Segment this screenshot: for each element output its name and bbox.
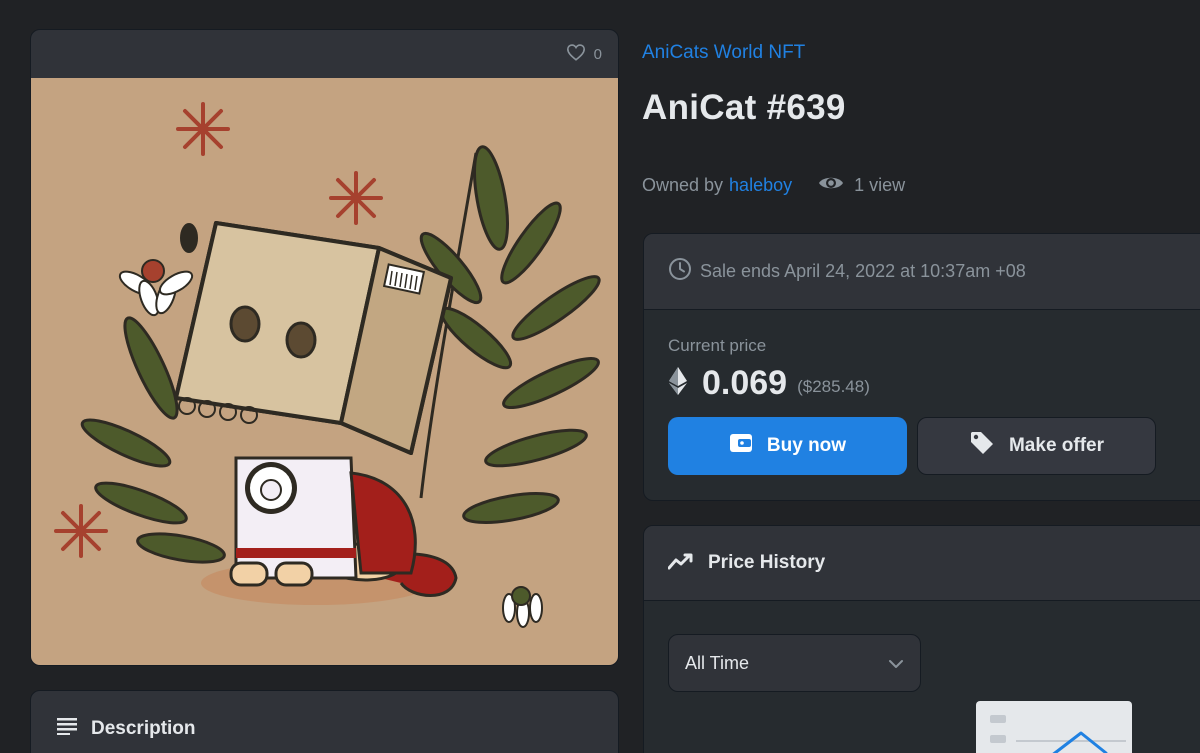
sale-timer: Sale ends April 24, 2022 at 10:37am +08 [644, 234, 1200, 310]
view-count: 1 view [818, 174, 905, 197]
time-range-value: All Time [685, 652, 750, 673]
price-line: 0.069 ($285.48) [668, 364, 1200, 403]
nft-item-page: 0 Description AniCats World NFT AniCat #… [0, 0, 1200, 753]
nft-image[interactable] [31, 78, 618, 665]
trending-line-icon [667, 552, 694, 575]
time-range-select[interactable]: All Time [668, 634, 921, 692]
tag-icon [969, 430, 995, 462]
buy-now-button[interactable]: Buy now [668, 417, 907, 475]
price-history-panel: Price History All Time [643, 525, 1200, 753]
make-offer-button[interactable]: Make offer [917, 417, 1156, 475]
owned-by-label: Owned by [642, 175, 724, 195]
clock-icon [668, 257, 692, 286]
price-block: Current price 0.069 ($285.48) Buy now Ma… [644, 310, 1200, 475]
empty-chart-illustration [976, 701, 1132, 753]
action-buttons: Buy now Make offer [668, 417, 1200, 475]
media-card: 0 [30, 29, 619, 666]
collection-link[interactable]: AniCats World NFT [642, 42, 805, 64]
favorite-button[interactable]: 0 [566, 43, 602, 65]
price-history-body: All Time [644, 601, 1200, 753]
owner-link[interactable]: haleboy [729, 175, 792, 196]
wallet-icon [729, 432, 753, 460]
price-usd: ($285.48) [797, 376, 870, 396]
ethereum-icon [668, 366, 688, 401]
buy-now-label: Buy now [766, 435, 847, 456]
anicat-artwork [54, 102, 601, 628]
price-history-title: Price History [708, 552, 826, 573]
make-offer-label: Make offer [1008, 435, 1105, 456]
description-panel[interactable]: Description [30, 690, 619, 753]
media-header: 0 [31, 30, 618, 78]
current-price-label: Current price [668, 336, 767, 355]
view-count-text: 1 view [854, 175, 906, 195]
heart-icon [566, 43, 586, 65]
owner-row: Owned by haleboy 1 view [642, 174, 905, 197]
list-icon [57, 717, 77, 740]
chevron-down-icon [888, 653, 904, 674]
favorite-count: 0 [593, 45, 602, 63]
eye-icon [818, 174, 844, 197]
description-title: Description [91, 717, 196, 739]
price-eth: 0.069 [702, 364, 788, 402]
trade-panel: Sale ends April 24, 2022 at 10:37am +08 … [643, 233, 1200, 501]
item-title: AniCat #639 [642, 88, 846, 127]
sale-ends-text: Sale ends April 24, 2022 at 10:37am +08 [700, 261, 1026, 281]
description-header[interactable]: Description [31, 691, 618, 753]
price-history-header[interactable]: Price History [644, 526, 1200, 601]
